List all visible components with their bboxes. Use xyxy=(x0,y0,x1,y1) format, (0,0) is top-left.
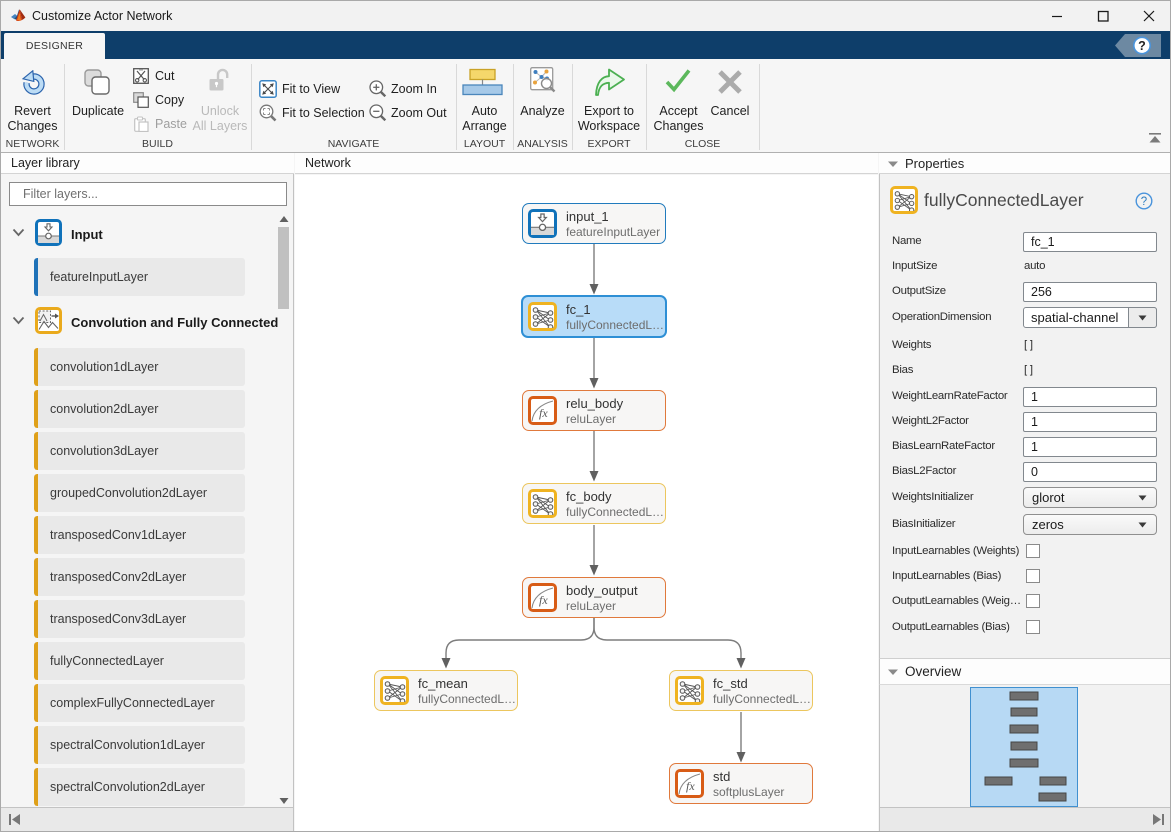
svg-text:fx: fx xyxy=(539,406,548,420)
svg-text:?: ? xyxy=(1138,39,1146,53)
svg-text:fx: fx xyxy=(539,593,548,607)
svg-text:?: ? xyxy=(1141,196,1147,208)
svg-text:fx: fx xyxy=(686,779,695,793)
